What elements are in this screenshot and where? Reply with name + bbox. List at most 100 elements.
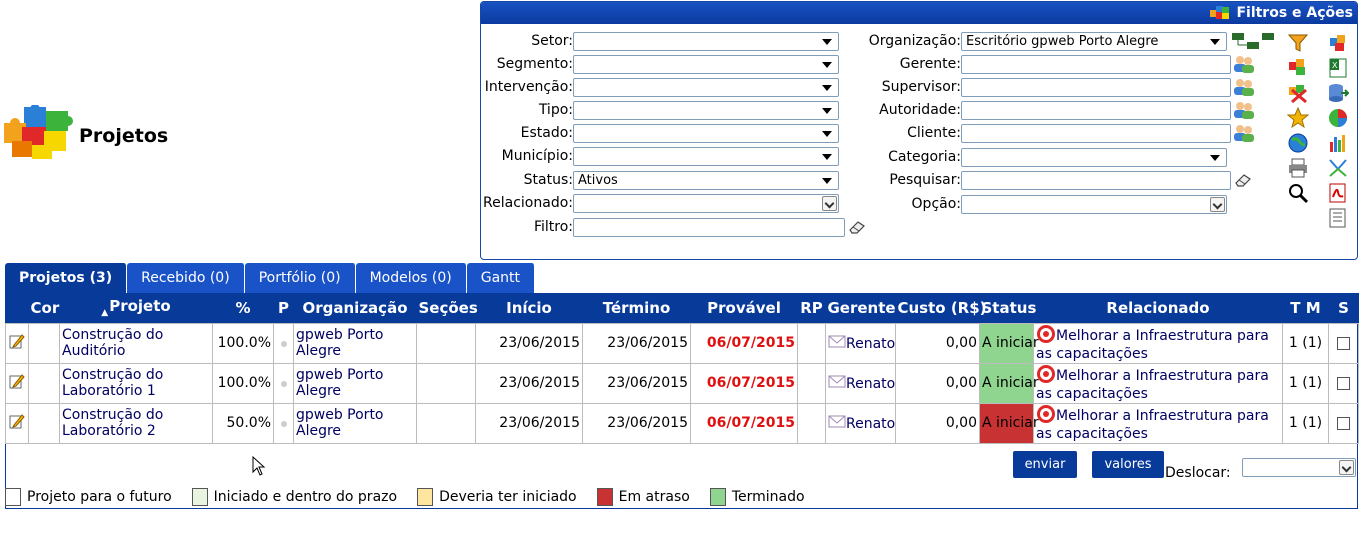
mail-icon[interactable] <box>828 414 846 428</box>
valores-button[interactable]: valores <box>1092 451 1164 478</box>
pie-chart-icon[interactable] <box>1327 107 1349 129</box>
chevron-down-icon <box>822 153 832 160</box>
tab-gantt[interactable]: Gantt <box>466 263 536 293</box>
filter-tipo: Tipo: <box>483 100 839 120</box>
pesquisar-input[interactable] <box>961 170 1231 190</box>
col-p[interactable]: P <box>273 293 294 323</box>
organizacao-select[interactable]: Escritório gpweb Porto Alegre <box>961 31 1227 51</box>
edit-pencil-icon[interactable] <box>9 413 25 429</box>
users-icon[interactable] <box>1232 54 1256 74</box>
col-pct[interactable]: % <box>212 293 274 323</box>
tm-cell: 1 (1) <box>1282 322 1329 364</box>
gerente-input[interactable] <box>961 54 1231 74</box>
col-gerente[interactable]: Gerente <box>825 293 896 323</box>
project-name-link[interactable]: Construção do Auditório <box>59 322 213 364</box>
organization-link[interactable]: gpweb Porto Alegre <box>293 362 417 404</box>
database-export-icon[interactable] <box>1327 82 1349 104</box>
cliente-input[interactable] <box>961 123 1231 143</box>
col-projeto[interactable]: ▲Projeto <box>59 293 213 323</box>
select-checkbox[interactable] <box>1337 376 1350 390</box>
manager-cell[interactable]: Renato <box>825 362 896 404</box>
bar-chart-icon[interactable] <box>1327 132 1349 154</box>
list-columns-icon[interactable] <box>1327 207 1349 229</box>
select-checkbox[interactable] <box>1337 416 1350 430</box>
tab-portfolio[interactable]: Portfólio (0) <box>244 263 356 293</box>
color-cell <box>28 362 60 404</box>
manager-cell[interactable]: Renato <box>825 402 896 444</box>
segmento-select[interactable] <box>573 54 839 74</box>
chevron-down-icon <box>1210 38 1220 45</box>
deslocar-select[interactable] <box>1242 458 1356 477</box>
filter-autoridade: Autoridade: <box>861 100 1256 120</box>
col-cor[interactable]: Cor <box>28 293 60 323</box>
filter-intervencao: Intervenção: <box>483 77 839 97</box>
tab-modelos[interactable]: Modelos (0) <box>355 263 467 293</box>
tipo-select[interactable] <box>573 100 839 120</box>
project-name-link[interactable]: Construção do Laboratório 2 <box>59 402 213 444</box>
col-provavel[interactable]: Provável <box>690 293 798 323</box>
table-header-row: Cor ▲Projeto % P Organização Seções Iníc… <box>5 293 1359 323</box>
autoridade-input[interactable] <box>961 100 1231 120</box>
col-organizacao[interactable]: Organização <box>293 293 417 323</box>
pdf-icon[interactable] <box>1327 182 1349 204</box>
manager-cell[interactable]: Renato <box>825 322 896 364</box>
filters-panel: Filtros e Ações Setor: Segmento: Interve… <box>480 1 1358 260</box>
magnifier-icon[interactable] <box>1287 182 1309 204</box>
globe-icon[interactable] <box>1287 132 1309 154</box>
filter-supervisor: Supervisor: <box>861 77 1256 97</box>
municipio-select[interactable] <box>573 146 839 166</box>
col-status[interactable]: Status <box>979 293 1036 323</box>
col-s[interactable]: S <box>1328 293 1359 323</box>
col-secoes[interactable]: Seções <box>416 293 478 323</box>
col-termino[interactable]: Término <box>582 293 691 323</box>
estado-select[interactable] <box>573 123 839 143</box>
col-custo[interactable]: Custo (R$) <box>895 293 987 323</box>
relacionado-select[interactable] <box>573 193 839 213</box>
puzzle-add-icon[interactable] <box>1287 57 1309 79</box>
organization-link[interactable]: gpweb Porto Alegre <box>293 402 417 444</box>
puzzle-delete-icon[interactable] <box>1287 82 1309 104</box>
eraser-icon[interactable] <box>847 219 867 235</box>
sections-cell <box>416 362 476 404</box>
users-icon[interactable] <box>1232 77 1256 97</box>
priority-dot-icon <box>280 341 287 347</box>
related-link[interactable]: Melhorar a Infraestrutura para as capacit… <box>1033 402 1283 444</box>
col-inicio[interactable]: Início <box>475 293 583 323</box>
filtro-input[interactable] <box>573 217 845 237</box>
categoria-select[interactable] <box>961 147 1227 167</box>
excel-icon[interactable]: X <box>1327 57 1349 79</box>
star-icon[interactable] <box>1287 107 1309 129</box>
printer-icon[interactable] <box>1287 157 1309 179</box>
col-tm[interactable]: T M <box>1282 293 1329 323</box>
users-icon[interactable] <box>1232 123 1256 143</box>
probable-date-cell: 06/07/2015 <box>690 402 798 444</box>
edit-pencil-icon[interactable] <box>9 333 25 349</box>
gantt-icon[interactable] <box>1327 157 1349 179</box>
eraser-icon[interactable] <box>1233 172 1253 188</box>
tab-projetos[interactable]: Projetos (3) <box>5 263 128 293</box>
org-chart-icon[interactable] <box>1231 31 1277 51</box>
related-link[interactable]: Melhorar a Infraestrutura para as capacit… <box>1033 362 1283 404</box>
project-name-link[interactable]: Construção do Laboratório 1 <box>59 362 213 404</box>
status-select[interactable]: Ativos <box>573 170 839 190</box>
status-badge: A iniciar <box>979 322 1039 364</box>
tab-recebido[interactable]: Recebido (0) <box>127 263 245 293</box>
col-relacionado[interactable]: Relacionado <box>1033 293 1283 323</box>
tab-bar: Projetos (3) Recebido (0) Portfólio (0) … <box>5 263 536 293</box>
related-link[interactable]: Melhorar a Infraestrutura para as capacit… <box>1033 322 1283 364</box>
organization-link[interactable]: gpweb Porto Alegre <box>293 322 417 364</box>
setor-select[interactable] <box>573 31 839 51</box>
new-project-icon[interactable] <box>1327 32 1349 54</box>
filter-funnel-icon[interactable] <box>1287 32 1309 54</box>
opcao-select[interactable] <box>961 194 1227 214</box>
supervisor-input[interactable] <box>961 77 1231 97</box>
users-icon[interactable] <box>1232 100 1256 120</box>
enviar-button[interactable]: enviar <box>1013 451 1077 478</box>
intervencao-select[interactable] <box>573 77 839 97</box>
select-checkbox[interactable] <box>1337 336 1350 350</box>
mail-icon[interactable] <box>828 334 846 348</box>
edit-pencil-icon[interactable] <box>9 373 25 389</box>
percent-cell: 50.0% <box>212 402 274 444</box>
col-rp[interactable]: RP <box>797 293 826 323</box>
mail-icon[interactable] <box>828 374 846 388</box>
